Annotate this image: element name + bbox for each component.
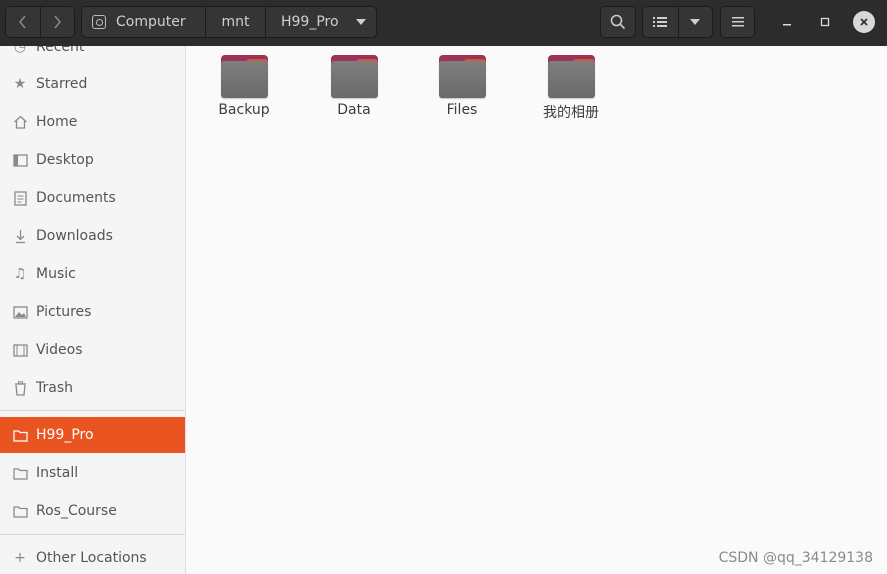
navigation-buttons xyxy=(5,6,75,38)
hamburger-icon xyxy=(731,17,744,27)
sidebar-item-label: Videos xyxy=(36,342,83,358)
path-bar: Computer mnt H99_Pro xyxy=(81,6,377,38)
folder-icon xyxy=(12,427,28,443)
folder-label: Data xyxy=(337,102,371,118)
chevron-right-icon xyxy=(54,15,62,29)
sidebar-item-desktop[interactable]: Desktop xyxy=(0,142,185,178)
sidebar-item-label: Ros_Course xyxy=(36,503,117,519)
music-icon: ♫ xyxy=(13,266,27,282)
minimize-button[interactable] xyxy=(776,11,798,33)
sidebar-item-label: Documents xyxy=(36,190,116,206)
sidebar-item-label: Music xyxy=(36,266,76,282)
forward-button[interactable] xyxy=(39,7,74,37)
breadcrumb-computer[interactable]: Computer xyxy=(82,7,205,37)
header-bar: Computer mnt H99_Pro xyxy=(0,0,887,46)
sidebar-separator xyxy=(0,534,185,535)
folder-item-data[interactable]: Data xyxy=(309,55,399,118)
star-icon: ★ xyxy=(13,76,27,92)
sidebar-item-other-locations[interactable]: + Other Locations xyxy=(0,540,185,574)
breadcrumb-mnt[interactable]: mnt xyxy=(205,7,265,37)
trash-icon xyxy=(12,380,28,396)
sidebar-item-music[interactable]: ♫ Music xyxy=(0,256,185,292)
close-icon xyxy=(860,18,868,26)
file-view[interactable]: Backup Data Files 我的相册 CSDN @qq_34129138 xyxy=(187,46,887,574)
download-icon xyxy=(12,228,28,244)
sidebar-item-label: Pictures xyxy=(36,304,92,320)
sidebar-item-label: Home xyxy=(36,114,78,130)
video-icon xyxy=(12,342,28,358)
maximize-button[interactable] xyxy=(814,11,836,33)
search-button[interactable] xyxy=(600,6,636,38)
folder-icon xyxy=(220,55,268,98)
folder-label: 我的相册 xyxy=(543,105,599,121)
document-icon xyxy=(12,190,28,206)
triangle-down-icon xyxy=(690,19,701,25)
folder-label: Backup xyxy=(218,102,270,118)
sidebar-item-label: Install xyxy=(36,465,79,481)
sidebar-separator xyxy=(0,410,185,411)
sidebar-item-label: Desktop xyxy=(36,152,94,168)
folder-item-backup[interactable]: Backup xyxy=(199,55,289,118)
sidebar: ◷ Recent ★ Starred Home Desktop Document… xyxy=(0,46,186,574)
breadcrumb-label: H99_Pro xyxy=(281,14,339,30)
desktop-icon xyxy=(12,152,28,168)
folder-item-files[interactable]: Files xyxy=(417,55,507,118)
clock-icon: ◷ xyxy=(13,46,27,55)
sidebar-item-h99-pro[interactable]: H99_Pro xyxy=(0,417,185,453)
sidebar-item-label: Starred xyxy=(36,76,88,92)
sidebar-item-ros-course[interactable]: Ros_Course xyxy=(0,493,185,529)
sidebar-item-home[interactable]: Home xyxy=(0,104,185,140)
sidebar-item-label: H99_Pro xyxy=(36,427,94,443)
list-view-button[interactable] xyxy=(643,7,678,37)
sidebar-item-label: Recent xyxy=(36,46,85,55)
chevron-left-icon xyxy=(19,15,26,29)
folder-icon xyxy=(12,465,28,481)
breadcrumb-label: mnt xyxy=(221,14,250,30)
maximize-icon xyxy=(820,17,830,27)
folder-icon xyxy=(547,55,595,98)
picture-icon xyxy=(12,304,28,320)
sidebar-item-recent[interactable]: ◷ Recent xyxy=(0,46,185,65)
search-icon xyxy=(610,14,626,30)
sidebar-item-label: Trash xyxy=(36,380,73,396)
breadcrumb-h99-pro[interactable]: H99_Pro xyxy=(265,7,376,37)
breadcrumb-label: Computer xyxy=(116,14,186,30)
sidebar-item-downloads[interactable]: Downloads xyxy=(0,218,185,254)
list-view-icon xyxy=(653,17,668,27)
sidebar-item-starred[interactable]: ★ Starred xyxy=(0,66,185,102)
back-button[interactable] xyxy=(6,7,40,37)
folder-icon xyxy=(12,503,28,519)
home-icon xyxy=(12,114,28,130)
watermark: CSDN @qq_34129138 xyxy=(718,550,873,566)
folder-item-photo-album[interactable]: 我的相册 xyxy=(526,55,616,122)
triangle-down-icon xyxy=(356,19,366,25)
sidebar-item-label: Downloads xyxy=(36,228,113,244)
drive-icon xyxy=(92,15,106,29)
folder-icon xyxy=(438,55,486,98)
folder-label: Files xyxy=(446,102,478,118)
close-button[interactable] xyxy=(853,11,875,33)
folder-icon xyxy=(330,55,378,98)
view-options-button[interactable] xyxy=(677,7,713,37)
minimize-icon xyxy=(783,24,791,26)
sidebar-item-install[interactable]: Install xyxy=(0,455,185,491)
plus-icon: + xyxy=(14,550,26,566)
sidebar-item-trash[interactable]: Trash xyxy=(0,370,185,406)
menu-button[interactable] xyxy=(720,6,755,38)
view-switcher xyxy=(642,6,713,38)
sidebar-item-pictures[interactable]: Pictures xyxy=(0,294,185,330)
sidebar-item-videos[interactable]: Videos xyxy=(0,332,185,368)
sidebar-item-label: Other Locations xyxy=(36,550,147,566)
sidebar-item-documents[interactable]: Documents xyxy=(0,180,185,216)
